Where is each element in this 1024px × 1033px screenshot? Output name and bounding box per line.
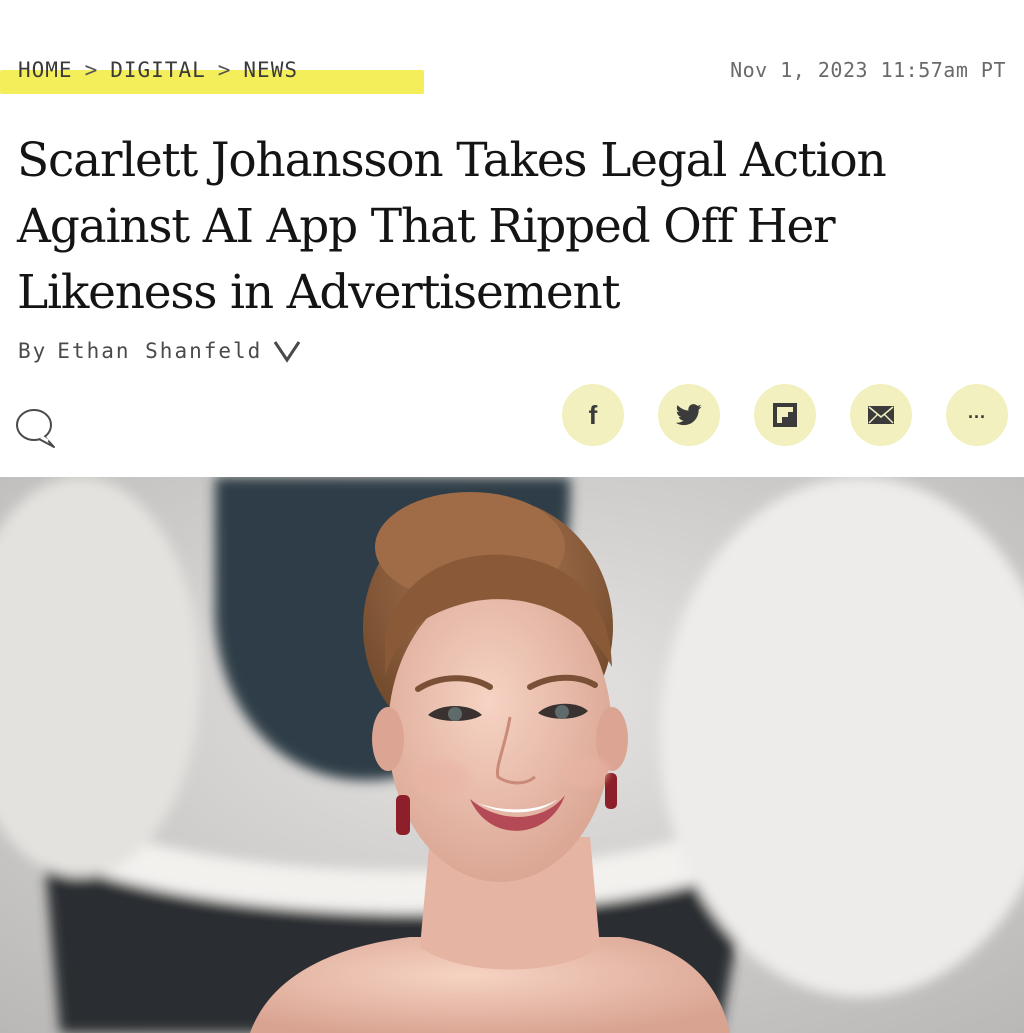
breadcrumb-item-news[interactable]: NEWS (243, 58, 298, 82)
author-name[interactable]: Ethan Shanfeld (57, 339, 262, 363)
breadcrumb-container: HOME > DIGITAL > NEWS (0, 54, 424, 96)
publish-timestamp: Nov 1, 2023 11:57am PT (730, 58, 1006, 82)
comment-icon[interactable] (14, 405, 58, 449)
more-share-button[interactable]: ... (946, 384, 1008, 446)
breadcrumb-item-digital[interactable]: DIGITAL (110, 58, 206, 82)
article-headline: Scarlett Johansson Takes Legal Action Ag… (17, 133, 887, 320)
breadcrumb-separator: > (84, 58, 99, 82)
email-icon (868, 406, 894, 424)
hero-photo-illustration (0, 477, 1024, 1033)
flipboard-icon (773, 403, 797, 427)
byline-prefix: By (18, 339, 48, 363)
facebook-share-button[interactable]: f (562, 384, 624, 446)
hero-photo (0, 477, 1024, 1033)
breadcrumb: HOME > DIGITAL > NEWS (18, 58, 298, 82)
email-share-button[interactable] (850, 384, 912, 446)
chevron-down-icon[interactable] (272, 338, 302, 364)
facebook-icon: f (588, 399, 598, 430)
share-buttons: f ... (562, 384, 1008, 446)
breadcrumb-item-home[interactable]: HOME (18, 58, 73, 82)
more-icon: ... (967, 401, 986, 422)
flipboard-share-button[interactable] (754, 384, 816, 446)
article-page: HOME > DIGITAL > NEWS Nov 1, 2023 11:57a… (0, 0, 1024, 1033)
twitter-share-button[interactable] (658, 384, 720, 446)
twitter-icon (676, 404, 702, 426)
breadcrumb-separator: > (217, 58, 232, 82)
byline: By Ethan Shanfeld (18, 338, 302, 364)
